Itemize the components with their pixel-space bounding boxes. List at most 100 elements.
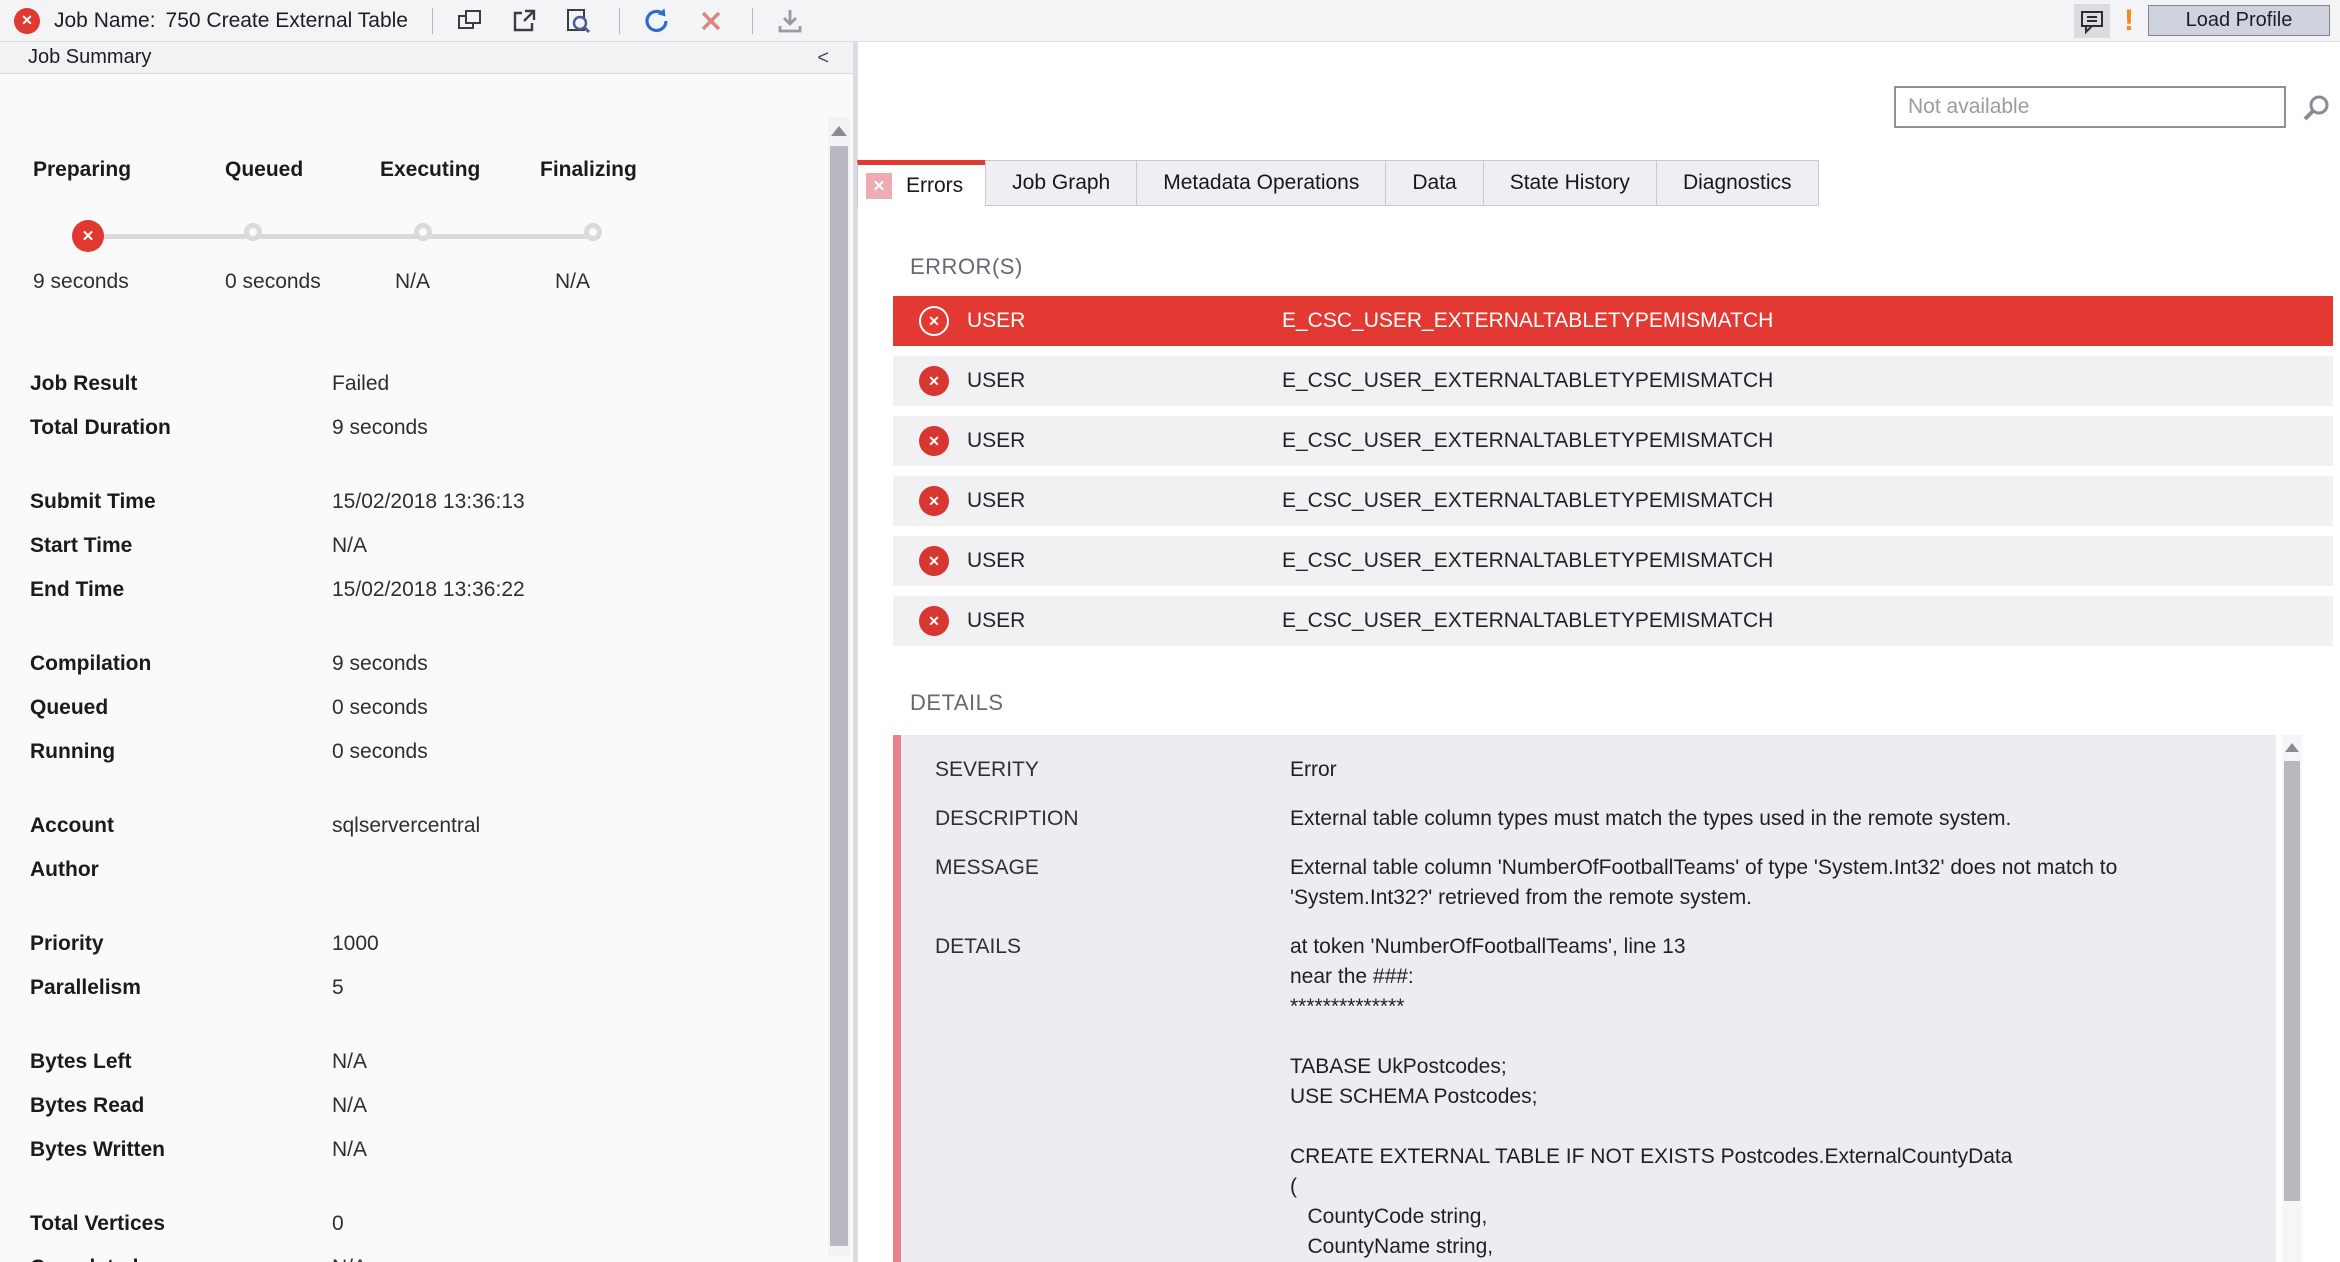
kv-label: Author (30, 858, 332, 882)
error-code: E_CSC_USER_EXTERNALTABLETYPEMISMATCH (1282, 549, 2333, 573)
tab-errors[interactable]: ✕ Errors (857, 160, 986, 206)
stage-time-queued: 0 seconds (225, 270, 321, 294)
detail-value: External table column types must match t… (1290, 804, 2236, 834)
kv-row-priority: Priority1000 (30, 922, 853, 966)
cancel-icon[interactable] (694, 4, 728, 38)
tab-label: Diagnostics (1683, 171, 1792, 195)
details-section-heading: DETAILS (910, 690, 1004, 716)
error-row[interactable]: ✕ USER E_CSC_USER_EXTERNALTABLETYPEMISMA… (893, 296, 2333, 346)
stage-time-preparing: 9 seconds (33, 270, 129, 294)
kv-value: Failed (332, 372, 389, 396)
kv-label: Total Duration (30, 416, 332, 440)
error-code: E_CSC_USER_EXTERNALTABLETYPEMISMATCH (1282, 309, 2333, 333)
error-source: USER (967, 309, 1282, 333)
kv-value: 15/02/2018 13:36:13 (332, 490, 525, 514)
error-source: USER (967, 549, 1282, 573)
kv-value: 0 seconds (332, 696, 428, 720)
kv-value: 1000 (332, 932, 379, 956)
error-circle-x-icon: ✕ (919, 546, 949, 576)
zoom-document-icon[interactable] (561, 4, 595, 38)
error-circle-x-icon: ✕ (919, 606, 949, 636)
scrollbar-thumb[interactable] (830, 146, 848, 1246)
detail-label: DETAILS (935, 932, 1290, 1262)
detail-value: at token 'NumberOfFootballTeams', line 1… (1290, 932, 2236, 1262)
kv-label: Bytes Left (30, 1050, 332, 1074)
error-details-panel: SEVERITY Error DESCRIPTION External tabl… (893, 735, 2276, 1262)
stage-label-executing: Executing (380, 158, 480, 182)
tab-diagnostics[interactable]: Diagnostics (1656, 160, 1819, 206)
error-row[interactable]: ✕ USER E_CSC_USER_EXTERNALTABLETYPEMISMA… (893, 596, 2333, 646)
kv-label: Bytes Read (30, 1094, 332, 1118)
kv-row-compilation: Compilation9 seconds (30, 642, 853, 686)
search-input[interactable] (1894, 86, 2286, 128)
kv-label: End Time (30, 578, 332, 602)
feedback-icon[interactable] (2074, 4, 2110, 38)
error-code: E_CSC_USER_EXTERNALTABLETYPEMISMATCH (1282, 369, 2333, 393)
tab-label: Job Graph (1012, 171, 1110, 195)
error-circle-x-icon: ✕ (919, 306, 949, 336)
kv-row-total-duration: Total Duration9 seconds (30, 406, 853, 450)
kv-label: Total Vertices (30, 1212, 332, 1236)
refresh-icon[interactable] (640, 4, 674, 38)
job-summary-panel: Job Summary < Preparing Queued Executing… (0, 42, 853, 1262)
job-summary-title: Job Summary (28, 46, 151, 69)
stage-label-preparing: Preparing (33, 158, 131, 182)
kv-label: Submit Time (30, 490, 332, 514)
kv-label: Start Time (30, 534, 332, 558)
error-source: USER (967, 609, 1282, 633)
tab-job-graph[interactable]: Job Graph (985, 160, 1137, 206)
errors-section-heading: ERROR(S) (910, 254, 1023, 280)
kv-value: 0 seconds (332, 740, 428, 764)
kv-value: 9 seconds (332, 652, 428, 676)
kv-label: Parallelism (30, 976, 332, 1000)
collapse-panel-icon[interactable]: < (817, 42, 829, 74)
tab-metadata-operations[interactable]: Metadata Operations (1136, 160, 1386, 206)
kv-row-running: Running0 seconds (30, 730, 853, 774)
error-code: E_CSC_USER_EXTERNALTABLETYPEMISMATCH (1282, 489, 2333, 513)
error-row[interactable]: ✕ USER E_CSC_USER_EXTERNALTABLETYPEMISMA… (893, 536, 2333, 586)
stage-failed-icon: ✕ (72, 220, 104, 252)
detail-row-details: DETAILS at token 'NumberOfFootballTeams'… (935, 932, 2236, 1262)
magnifier-icon[interactable] (2298, 90, 2334, 126)
kv-row-bytes-left: Bytes LeftN/A (30, 1040, 853, 1084)
kv-row-account: Accountsqlservercentral (30, 804, 853, 848)
kv-row-queued: Queued0 seconds (30, 686, 853, 730)
kv-value: N/A (332, 1050, 367, 1074)
kv-label: Completed (30, 1256, 332, 1262)
tab-state-history[interactable]: State History (1483, 160, 1657, 206)
error-row[interactable]: ✕ USER E_CSC_USER_EXTERNALTABLETYPEMISMA… (893, 356, 2333, 406)
kv-row-submit-time: Submit Time15/02/2018 13:36:13 (30, 480, 853, 524)
open-external-icon[interactable] (507, 4, 541, 38)
error-circle-x-icon: ✕ (919, 366, 949, 396)
tab-label: State History (1510, 171, 1630, 195)
kv-value: 0 (332, 1212, 344, 1236)
error-circle-x-icon: ✕ (919, 426, 949, 456)
scrollbar-thumb[interactable] (2284, 761, 2300, 1201)
error-row[interactable]: ✕ USER E_CSC_USER_EXTERNALTABLETYPEMISMA… (893, 476, 2333, 526)
error-source: USER (967, 429, 1282, 453)
kv-row-author: Author (30, 848, 853, 892)
toolbar-separator (432, 8, 433, 34)
duplicate-window-icon[interactable] (453, 4, 487, 38)
error-list: ✕ USER E_CSC_USER_EXTERNALTABLETYPEMISMA… (893, 296, 2333, 656)
kv-label: Queued (30, 696, 332, 720)
download-icon[interactable] (773, 4, 807, 38)
tab-data[interactable]: Data (1385, 160, 1483, 206)
stage-label-queued: Queued (225, 158, 303, 182)
detail-row-description: DESCRIPTION External table column types … (935, 804, 2236, 834)
left-panel-scrollbar[interactable] (828, 118, 850, 1256)
kv-value: sqlservercentral (332, 814, 480, 838)
kv-row-job-result: Job ResultFailed (30, 362, 853, 406)
load-profile-button[interactable]: Load Profile (2148, 5, 2330, 36)
error-row[interactable]: ✕ USER E_CSC_USER_EXTERNALTABLETYPEMISMA… (893, 416, 2333, 466)
kv-row-total-vertices: Total Vertices0 (30, 1202, 853, 1246)
stage-pending-icon (244, 223, 262, 241)
job-name-label: Job Name: (54, 9, 156, 33)
scroll-up-arrow-icon[interactable] (2285, 743, 2299, 752)
scroll-up-arrow-icon[interactable] (831, 126, 847, 136)
detail-label: SEVERITY (935, 755, 1290, 785)
alert-exclamation-icon: ! (2124, 4, 2134, 38)
kv-label: Compilation (30, 652, 332, 676)
error-circle-x-icon: ✕ (919, 486, 949, 516)
details-scrollbar[interactable] (2282, 735, 2302, 1262)
